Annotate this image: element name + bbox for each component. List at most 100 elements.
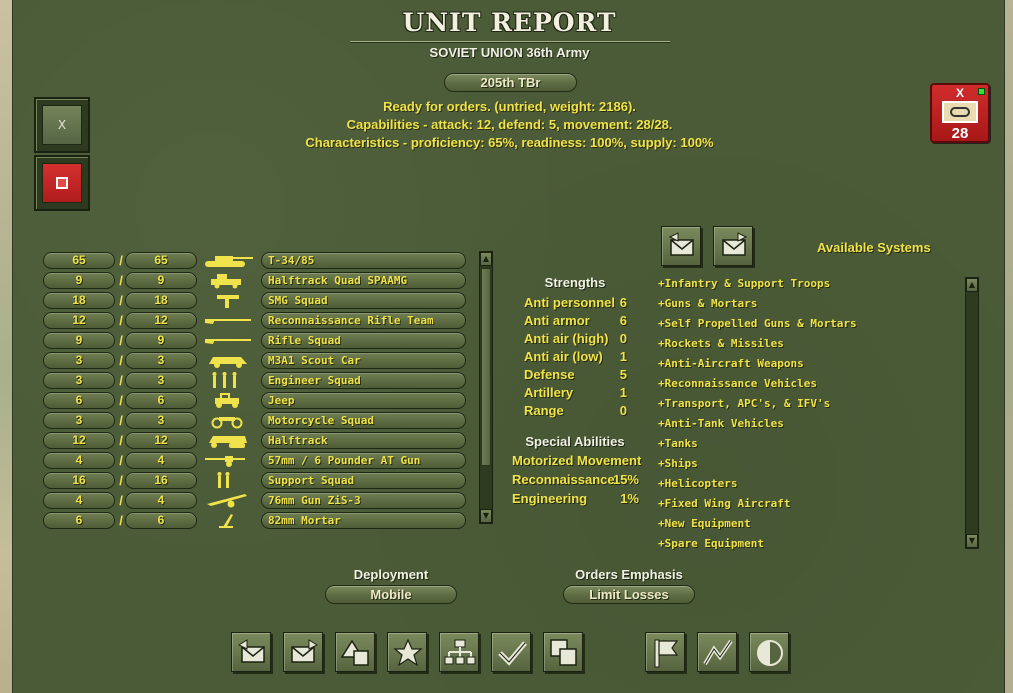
status-indicator-icon bbox=[978, 88, 985, 95]
title-divider bbox=[350, 41, 670, 43]
equipment-separator: / bbox=[119, 333, 123, 348]
equipment-scrollbar[interactable]: ▲ ▼ bbox=[479, 251, 493, 524]
equipment-current: 18 bbox=[43, 292, 115, 309]
equipment-row[interactable]: 3/3 Motorcycle Squad bbox=[43, 412, 468, 430]
system-category-item[interactable]: +Anti-Tank Vehicles bbox=[658, 417, 784, 430]
equipment-max: 3 bbox=[125, 412, 197, 429]
organization-button[interactable] bbox=[335, 632, 375, 672]
equipment-max: 18 bbox=[125, 292, 197, 309]
systems-scrollbar[interactable]: ▲ ▼ bbox=[965, 277, 979, 549]
deployment-label: Deployment bbox=[353, 567, 429, 582]
unit-name-button[interactable]: 205th TBr bbox=[444, 73, 577, 92]
equipment-name[interactable]: 82mm Mortar bbox=[261, 512, 466, 529]
combine-button[interactable] bbox=[543, 632, 583, 672]
equipment-name[interactable]: Rifle Squad bbox=[261, 332, 466, 349]
prev-system-button[interactable] bbox=[661, 226, 701, 266]
equipment-name[interactable]: T-34/85 bbox=[261, 252, 466, 269]
equipment-max: 12 bbox=[125, 312, 197, 329]
system-category-item[interactable]: +Fixed Wing Aircraft bbox=[658, 497, 790, 510]
equipment-row[interactable]: 18/18 SMG Squad bbox=[43, 292, 468, 310]
system-category-item[interactable]: +Ships bbox=[658, 457, 698, 470]
equipment-name[interactable]: 57mm / 6 Pounder AT Gun bbox=[261, 452, 466, 469]
orders-emphasis-select[interactable]: Limit Losses bbox=[563, 585, 695, 604]
equipment-row[interactable]: 4/4 76mm Gun ZiS-3 bbox=[43, 492, 468, 510]
scroll-up-icon[interactable]: ▲ bbox=[966, 278, 978, 292]
strength-label: Defense bbox=[524, 367, 575, 382]
next-unit-button[interactable] bbox=[283, 632, 323, 672]
scroll-down-icon[interactable]: ▼ bbox=[480, 509, 492, 523]
equipment-separator: / bbox=[119, 433, 123, 448]
ability-value: 1% bbox=[620, 491, 639, 506]
system-category-item[interactable]: +Self Propelled Guns & Mortars bbox=[658, 317, 857, 330]
page-title: UNIT REPORT bbox=[402, 8, 617, 37]
toggle-view-button[interactable] bbox=[749, 632, 789, 672]
equipment-row[interactable]: 6/6 Jeep bbox=[43, 392, 468, 410]
leader-button[interactable] bbox=[387, 632, 427, 672]
next-system-button[interactable] bbox=[713, 226, 753, 266]
equipment-row[interactable]: 12/12 Reconnaissance Rifle Team bbox=[43, 312, 468, 330]
equipment-max: 12 bbox=[125, 432, 197, 449]
equipment-name[interactable]: Support Squad bbox=[261, 472, 466, 489]
trend-icon bbox=[703, 639, 733, 666]
unit-counter[interactable]: X 28 bbox=[930, 83, 990, 143]
equipment-name[interactable]: M3A1 Scout Car bbox=[261, 352, 466, 369]
equipment-row[interactable]: 4/4 57mm / 6 Pounder AT Gun bbox=[43, 452, 468, 470]
equipment-row[interactable]: 12/12 Halftrack bbox=[43, 432, 468, 450]
equipment-current: 9 bbox=[43, 332, 115, 349]
system-category-item[interactable]: +Infantry & Support Troops bbox=[658, 277, 830, 290]
system-category-item[interactable]: +Spare Equipment bbox=[658, 537, 764, 550]
accept-button[interactable] bbox=[491, 632, 531, 672]
system-category-item[interactable]: +Rockets & Missiles bbox=[658, 337, 784, 350]
equipment-max: 3 bbox=[125, 352, 197, 369]
unit-marker-button[interactable] bbox=[42, 163, 82, 203]
equipment-max: 3 bbox=[125, 372, 197, 389]
scroll-down-icon[interactable]: ▼ bbox=[966, 534, 978, 548]
equipment-name[interactable]: Jeep bbox=[261, 392, 466, 409]
strength-value: 5 bbox=[619, 367, 627, 382]
unit-report-panel: UNIT REPORT SOVIET UNION 36th Army 205th… bbox=[12, 0, 1005, 693]
org-shapes-icon bbox=[340, 639, 369, 666]
equipment-separator: / bbox=[119, 273, 123, 288]
engineers-icon bbox=[201, 372, 255, 389]
equipment-separator: / bbox=[119, 513, 123, 528]
equipment-row[interactable]: 9/9 Rifle Squad bbox=[43, 332, 468, 350]
equipment-name[interactable]: Halftrack bbox=[261, 432, 466, 449]
overlap-squares-icon bbox=[550, 639, 577, 666]
checkmark-icon bbox=[498, 641, 527, 666]
system-category-item[interactable]: +Transport, APC's, & IFV's bbox=[658, 397, 830, 410]
system-category-item[interactable]: +Reconnaissance Vehicles bbox=[658, 377, 817, 390]
flag-icon bbox=[654, 639, 679, 668]
scroll-thumb[interactable] bbox=[481, 268, 491, 466]
equipment-name[interactable]: Halftrack Quad SPAAMG bbox=[261, 272, 466, 289]
system-category-item[interactable]: +Tanks bbox=[658, 437, 698, 450]
equipment-name[interactable]: Motorcycle Squad bbox=[261, 412, 466, 429]
next-unit-icon bbox=[291, 639, 319, 663]
equipment-name[interactable]: Engineer Squad bbox=[261, 372, 466, 389]
deployment-select[interactable]: Mobile bbox=[325, 585, 457, 604]
system-category-item[interactable]: +New Equipment bbox=[658, 517, 751, 530]
hierarchy-icon bbox=[444, 639, 476, 665]
hierarchy-button[interactable] bbox=[439, 632, 479, 672]
equipment-name[interactable]: Reconnaissance Rifle Team bbox=[261, 312, 466, 329]
equipment-row[interactable]: 3/3 M3A1 Scout Car bbox=[43, 352, 468, 370]
jeep-icon bbox=[201, 392, 255, 409]
truck-aa-icon bbox=[201, 272, 255, 289]
history-button[interactable] bbox=[697, 632, 737, 672]
system-category-item[interactable]: +Guns & Mortars bbox=[658, 297, 757, 310]
equipment-row[interactable]: 16/16 Support Squad bbox=[43, 472, 468, 490]
scroll-up-icon[interactable]: ▲ bbox=[480, 252, 492, 266]
system-category-item[interactable]: +Anti-Aircraft Weapons bbox=[658, 357, 804, 370]
equipment-row[interactable]: 3/3 Engineer Squad bbox=[43, 372, 468, 390]
equipment-name[interactable]: SMG Squad bbox=[261, 292, 466, 309]
equipment-row[interactable]: 6/6 82mm Mortar bbox=[43, 512, 468, 530]
close-button[interactable]: X bbox=[42, 105, 82, 145]
equipment-current: 65 bbox=[43, 252, 115, 269]
equipment-name[interactable]: 76mm Gun ZiS-3 bbox=[261, 492, 466, 509]
objective-button[interactable] bbox=[645, 632, 685, 672]
equipment-separator: / bbox=[119, 473, 123, 488]
system-category-item[interactable]: +Helicopters bbox=[658, 477, 737, 490]
prev-unit-button[interactable] bbox=[231, 632, 271, 672]
ability-value: 15% bbox=[612, 472, 639, 487]
equipment-row[interactable]: 65/65 T-34/85 bbox=[43, 252, 468, 270]
equipment-row[interactable]: 9/9 Halftrack Quad SPAAMG bbox=[43, 272, 468, 290]
